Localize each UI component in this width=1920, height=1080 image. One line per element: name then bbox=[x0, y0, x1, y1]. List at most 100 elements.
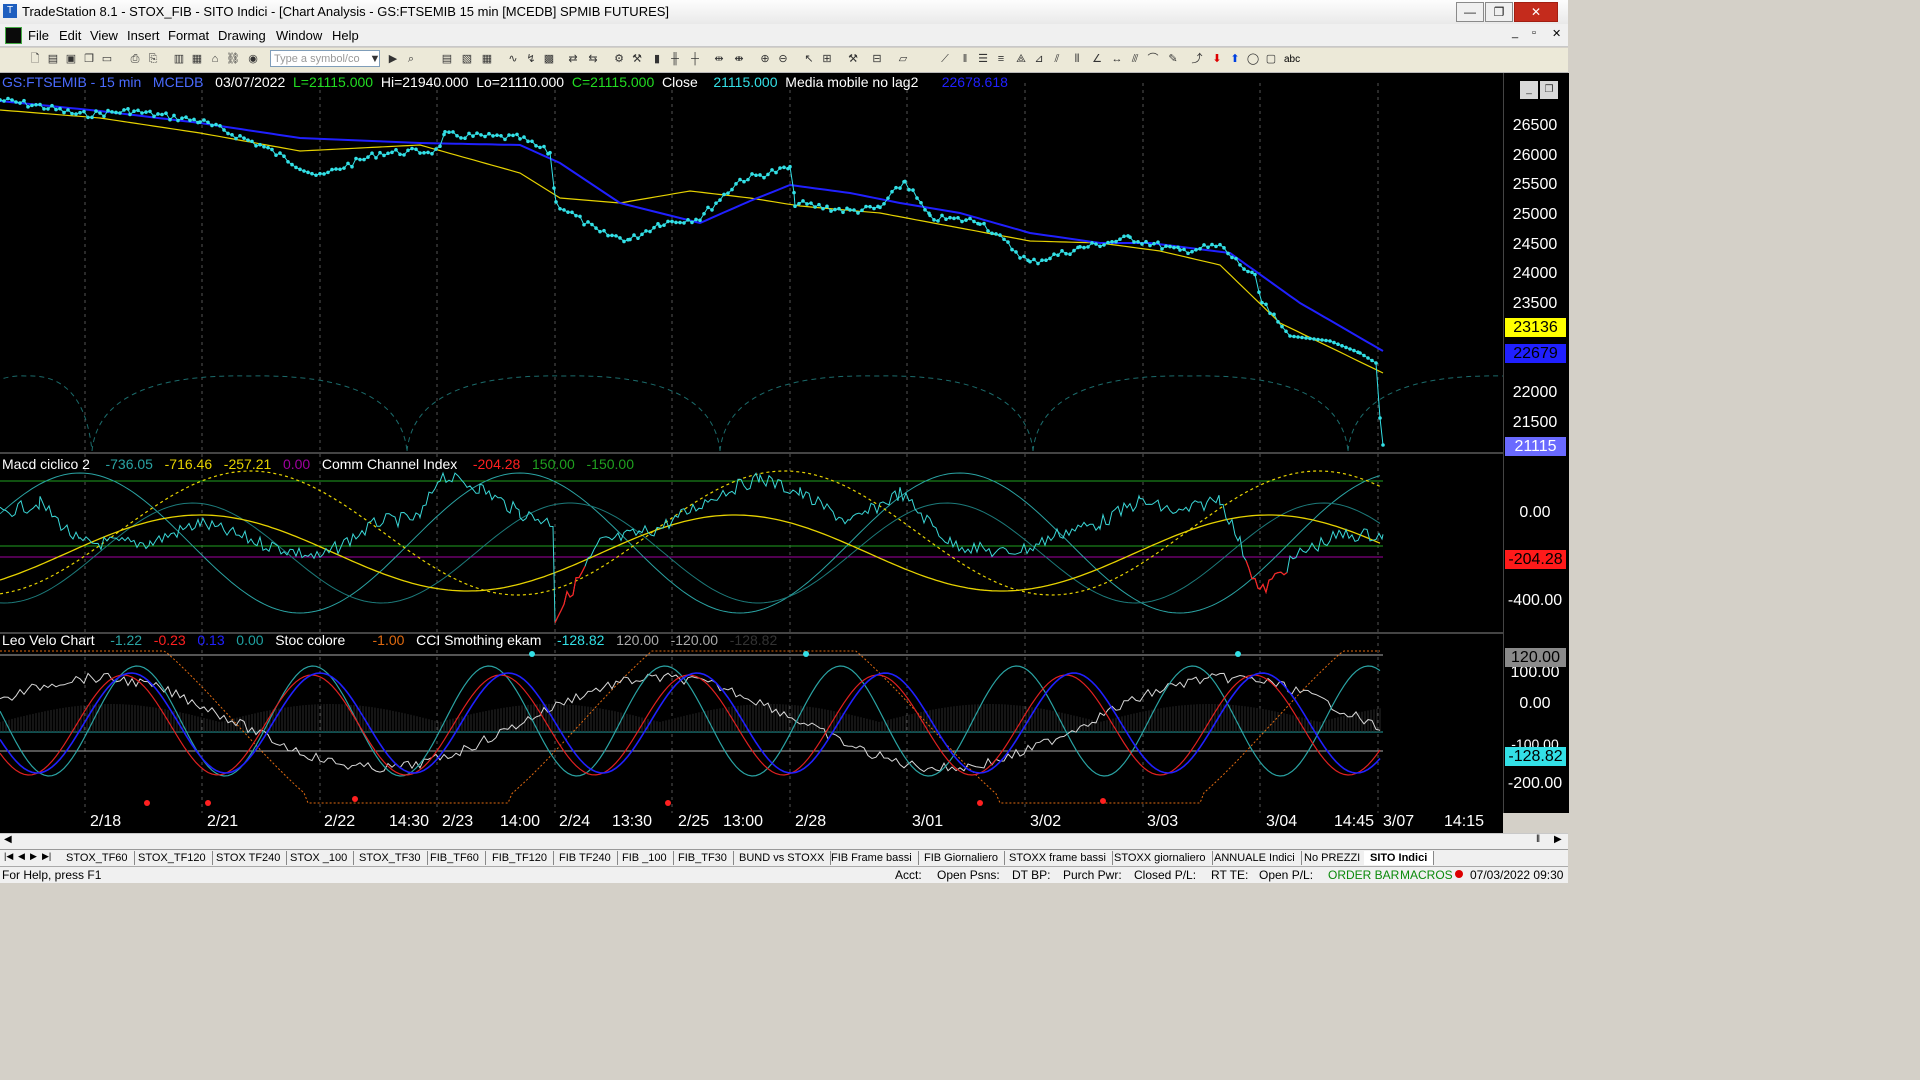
tab-stox-100[interactable]: STOX _100 bbox=[284, 851, 355, 865]
copy-icon[interactable]: ❐ bbox=[82, 52, 96, 66]
tab-fib-100[interactable]: FIB _100 bbox=[616, 851, 674, 865]
order-bar-button[interactable]: ORDER BAR bbox=[1328, 868, 1399, 882]
channel-icon[interactable]: ⫻ bbox=[1128, 52, 1142, 66]
maximize-button[interactable]: ❐ bbox=[1485, 2, 1513, 22]
tab-fib-tf60[interactable]: FIB_TF60 bbox=[424, 851, 486, 865]
tab-next-icon[interactable]: ▶ bbox=[30, 851, 37, 862]
time-cycles-icon[interactable]: ⦀ bbox=[1070, 52, 1084, 66]
symbol-input[interactable]: Type a symbol/co bbox=[270, 50, 380, 67]
menu-help[interactable]: Help bbox=[332, 28, 359, 43]
up-arrow-icon[interactable]: ⬆ bbox=[1228, 52, 1242, 66]
arrow-lr-icon[interactable]: ↔ bbox=[1110, 52, 1124, 66]
rectangle-icon[interactable]: ▢ bbox=[1264, 52, 1278, 66]
close-button[interactable]: ✕ bbox=[1514, 2, 1558, 22]
print-icon[interactable]: ⎙ bbox=[128, 52, 142, 66]
mdi-minimize-icon[interactable]: _ bbox=[1512, 27, 1518, 39]
chart-icon[interactable]: ▤ bbox=[440, 52, 454, 66]
tab-stox-tf30[interactable]: STOX_TF30 bbox=[353, 851, 428, 865]
minimize-button[interactable]: — bbox=[1456, 2, 1484, 22]
macros-button[interactable]: MACROS bbox=[1400, 868, 1453, 882]
tab-last-icon[interactable]: ▶| bbox=[42, 851, 51, 862]
tab-prev-icon[interactable]: ◀ bbox=[18, 851, 25, 862]
freehand-icon[interactable]: ✎ bbox=[1166, 52, 1180, 66]
radar-icon[interactable]: ▧ bbox=[460, 52, 474, 66]
tab-no-prezzi[interactable]: No PREZZI bbox=[1298, 851, 1368, 865]
zoom-out-icon[interactable]: ⊖ bbox=[776, 52, 790, 66]
format-icon[interactable]: ⇆ bbox=[586, 52, 600, 66]
scroll-right-icon[interactable]: ▶ bbox=[1554, 834, 1562, 845]
pane-minimize-icon[interactable]: _ bbox=[1520, 81, 1538, 99]
bar-icon[interactable]: ╫ bbox=[668, 52, 682, 66]
menu-file[interactable]: File bbox=[28, 28, 49, 43]
horizontal-scrollbar[interactable]: ◀ ‖ ▶ bbox=[0, 833, 1568, 849]
tab-bund-vs-stoxx[interactable]: BUND vs STOXX bbox=[733, 851, 832, 865]
tab-stoxx-frame-bassi[interactable]: STOXX frame bassi bbox=[1003, 851, 1113, 865]
tab-first-icon[interactable]: |◀ bbox=[4, 851, 13, 862]
menu-insert[interactable]: Insert bbox=[127, 28, 160, 43]
mdi-close-icon[interactable]: ✕ bbox=[1552, 27, 1561, 40]
angle-icon[interactable]: ∠ bbox=[1090, 52, 1104, 66]
macro-icon[interactable]: ⊟ bbox=[870, 52, 884, 66]
strategy-icon[interactable]: ↯ bbox=[524, 52, 538, 66]
folder-icon[interactable]: ▭ bbox=[100, 52, 114, 66]
globe-icon[interactable]: ◉ bbox=[246, 52, 260, 66]
mdi-restore-icon[interactable]: ▫ bbox=[1532, 27, 1536, 39]
go-icon[interactable]: ▶ bbox=[386, 52, 400, 66]
print-preview-icon[interactable]: ⎘ bbox=[146, 52, 160, 66]
tab-stox-tf240[interactable]: STOX TF240 bbox=[210, 851, 288, 865]
crosshair-icon[interactable]: ⊞ bbox=[820, 52, 834, 66]
down-arrow-icon[interactable]: ⬇ bbox=[1210, 52, 1224, 66]
new-icon[interactable]: 🗋 bbox=[28, 52, 42, 66]
optionstation-icon[interactable]: ▩ bbox=[542, 52, 556, 66]
pane-restore-icon[interactable]: ❐ bbox=[1540, 81, 1558, 99]
note-icon[interactable]: ▱ bbox=[896, 52, 910, 66]
horizontal-lines-icon[interactable]: ☰ bbox=[976, 52, 990, 66]
tab-annuale-indici[interactable]: ANNUALE Indici bbox=[1208, 851, 1302, 865]
chart-canvas[interactable] bbox=[0, 73, 1503, 813]
chart-area[interactable]: GS:FTSEMIB - 15 min MCEDB 03/07/2022 L=2… bbox=[0, 73, 1503, 813]
tab-fib-tf120[interactable]: FIB_TF120 bbox=[486, 851, 555, 865]
hammer-icon[interactable]: ⚒ bbox=[846, 52, 860, 66]
tab-fib-giornaliero[interactable]: FIB Giornaliero bbox=[918, 851, 1005, 865]
tab-fib-tf240[interactable]: FIB TF240 bbox=[553, 851, 618, 865]
window-icon[interactable]: ▥ bbox=[172, 52, 186, 66]
pointer-icon[interactable]: ↖ bbox=[802, 52, 816, 66]
zoom-out-bars-icon[interactable]: ⇼ bbox=[732, 52, 746, 66]
vertical-lines-icon[interactable]: ‖ bbox=[958, 52, 972, 66]
zoom-in-bars-icon[interactable]: ⇹ bbox=[712, 52, 726, 66]
menu-window[interactable]: Window bbox=[276, 28, 322, 43]
dropdown-arrow-icon[interactable]: ▼ bbox=[368, 52, 382, 66]
tab-fib-tf30[interactable]: FIB_TF30 bbox=[672, 851, 734, 865]
tab-sito-indici[interactable]: SITO Indici bbox=[1364, 851, 1435, 865]
ellipse-icon[interactable]: ◯ bbox=[1246, 52, 1260, 66]
curve-icon[interactable]: ⤴ bbox=[1190, 52, 1204, 66]
link-icon[interactable]: ⛓ bbox=[226, 52, 240, 66]
symbol-lookup-icon[interactable]: ⌕ bbox=[404, 52, 418, 66]
scanner-icon[interactable]: ∿ bbox=[506, 52, 520, 66]
menu-view[interactable]: View bbox=[90, 28, 118, 43]
gann-fan-icon[interactable]: ⊿ bbox=[1032, 52, 1046, 66]
trendline-icon[interactable]: ⟋ bbox=[938, 52, 952, 66]
matrix-icon[interactable]: ▦ bbox=[480, 52, 494, 66]
fib-fan-icon[interactable]: ⫽ bbox=[1050, 52, 1064, 66]
line-icon[interactable]: ┼ bbox=[688, 52, 702, 66]
menu-drawing[interactable]: Drawing bbox=[218, 28, 266, 43]
tab-stox-tf120[interactable]: STOX_TF120 bbox=[132, 851, 213, 865]
scroll-thumb-icon[interactable]: ‖ bbox=[1536, 834, 1540, 845]
candle-icon[interactable]: ▮ bbox=[650, 52, 664, 66]
fib-retracement-icon[interactable]: ≡ bbox=[994, 52, 1008, 66]
text-tool-icon[interactable]: abc bbox=[1284, 54, 1300, 65]
tab-stox-tf60[interactable]: STOX_TF60 bbox=[60, 851, 135, 865]
indicator-icon[interactable]: ⇄ bbox=[566, 52, 580, 66]
save-icon[interactable]: ▣ bbox=[64, 52, 78, 66]
tools-icon[interactable]: ⚒ bbox=[630, 52, 644, 66]
data-icon[interactable]: ⚙ bbox=[612, 52, 626, 66]
speedlines-icon[interactable]: ⟁ bbox=[1014, 52, 1028, 66]
lock-icon[interactable]: ⌂ bbox=[208, 52, 222, 66]
layout-icon[interactable]: ▦ bbox=[190, 52, 204, 66]
tab-stoxx-giornaliero[interactable]: STOXX giornaliero bbox=[1108, 851, 1213, 865]
zoom-in-icon[interactable]: ⊕ bbox=[758, 52, 772, 66]
open-icon[interactable]: ▤ bbox=[46, 52, 60, 66]
tab-fib-frame-bassi[interactable]: FIB Frame bassi bbox=[825, 851, 919, 865]
menu-format[interactable]: Format bbox=[168, 28, 209, 43]
